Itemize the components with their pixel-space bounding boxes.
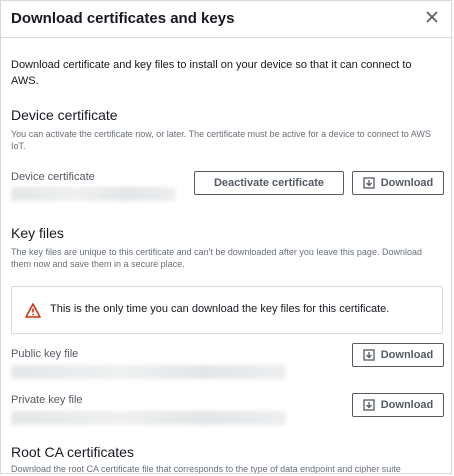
key-files-heading: Key files — [11, 225, 64, 241]
public-key-filename-redacted — [11, 365, 286, 379]
root-ca-heading: Root CA certificates — [11, 444, 134, 460]
public-key-label: Public key file — [11, 348, 79, 360]
device-certificate-download-button[interactable]: Download — [352, 171, 444, 195]
deactivate-certificate-button[interactable]: Deactivate certificate — [194, 171, 344, 195]
device-certificate-heading: Device certificate — [11, 107, 118, 123]
close-icon[interactable] — [423, 8, 441, 26]
download-icon — [363, 177, 375, 189]
device-certificate-filename-redacted — [11, 187, 176, 201]
public-key-download-button[interactable]: Download — [352, 343, 444, 367]
root-ca-description: Download the root CA certificate file th… — [11, 464, 401, 474]
warning-icon — [25, 303, 41, 318]
modal-title: Download certificates and keys — [11, 10, 235, 27]
device-certificate-description: You can activate the certificate now, or… — [11, 129, 431, 151]
device-certificate-download-label: Download — [380, 177, 434, 189]
key-files-description: The key files are unique to this certifi… — [11, 247, 422, 269]
private-key-label: Private key file — [11, 394, 83, 406]
private-key-download-button[interactable]: Download — [352, 393, 444, 417]
key-files-warning-alert: This is the only time you can download t… — [11, 286, 443, 334]
modal-header: Download certificates and keys — [1, 1, 451, 38]
public-key-download-label: Download — [380, 349, 434, 361]
modal-intro: Download certificate and key files to in… — [11, 59, 412, 87]
download-certificates-modal: Download certificates and keys Download … — [0, 0, 452, 474]
warning-alert-text: This is the only time you can download t… — [50, 303, 390, 315]
private-key-download-label: Download — [380, 399, 434, 411]
deactivate-certificate-label: Deactivate certificate — [213, 177, 325, 189]
download-icon — [363, 349, 375, 361]
download-icon — [363, 399, 375, 411]
private-key-filename-redacted — [11, 411, 286, 425]
device-certificate-label: Device certificate — [11, 171, 95, 183]
